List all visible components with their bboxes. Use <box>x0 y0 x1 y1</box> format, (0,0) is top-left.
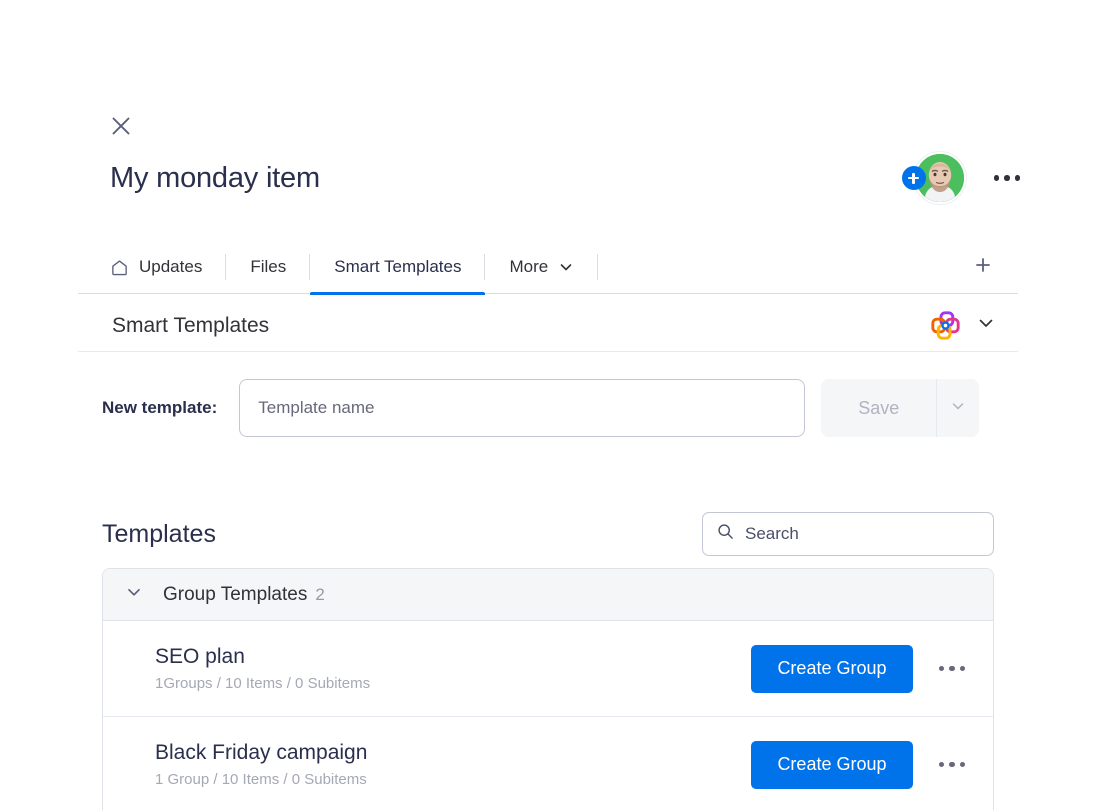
tab-more[interactable]: More <box>485 240 599 294</box>
plus-icon <box>974 256 992 279</box>
smart-templates-app-logo-icon <box>931 311 960 340</box>
home-icon <box>110 258 129 277</box>
row-actions: Create Group <box>751 644 976 693</box>
group-name: Group Templates <box>163 583 308 605</box>
template-name-input[interactable] <box>239 379 806 437</box>
tab-updates[interactable]: Updates <box>110 240 227 294</box>
add-person-button[interactable] <box>901 166 926 190</box>
three-dots-icon <box>938 665 944 672</box>
avatar-group <box>901 152 966 204</box>
save-options-button[interactable] <box>936 379 979 437</box>
templates-header: Templates <box>102 510 994 558</box>
templates-list: Group Templates 2 SEO plan 1Groups / 10 … <box>102 568 994 810</box>
add-tab-button[interactable] <box>970 254 996 280</box>
item-panel-window: My monday item Updates Files Smart Templ… <box>0 0 1096 810</box>
header-more-menu-button[interactable] <box>992 169 1023 187</box>
template-meta: 1Groups / 10 Items / 0 Subitems <box>155 675 371 692</box>
template-meta: 1 Group / 10 Items / 0 Subitems <box>155 771 367 788</box>
three-dots-icon <box>993 175 999 181</box>
group-header-group-templates[interactable]: Group Templates 2 <box>103 569 993 621</box>
tab-list: Updates Files Smart Templates More <box>110 240 599 295</box>
new-template-label: New template: <box>102 398 218 417</box>
close-icon <box>108 113 134 139</box>
search-icon <box>717 523 734 545</box>
template-info: Black Friday campaign 1 Group / 10 Items… <box>155 741 367 788</box>
chevron-down-icon[interactable] <box>125 583 143 606</box>
templates-title: Templates <box>102 519 216 548</box>
section-header-actions <box>931 311 996 340</box>
group-count: 2 <box>315 584 325 604</box>
page-title: My monday item <box>110 162 320 194</box>
template-info: SEO plan 1Groups / 10 Items / 0 Subitems <box>155 645 370 692</box>
chevron-down-icon <box>558 259 574 275</box>
header-actions <box>901 152 1023 204</box>
save-template-group: Save <box>821 379 980 437</box>
close-button[interactable] <box>108 113 134 139</box>
tabbar: Updates Files Smart Templates More <box>78 240 1018 295</box>
tab-files[interactable]: Files <box>226 240 311 294</box>
row-more-menu-button[interactable] <box>929 658 976 680</box>
save-button[interactable]: Save <box>821 379 936 437</box>
tab-label: More <box>509 257 549 276</box>
row-actions: Create Group <box>751 740 976 789</box>
search-box[interactable] <box>702 512 994 556</box>
three-dots-icon <box>938 761 944 768</box>
tab-smart-templates[interactable]: Smart Templates <box>310 240 486 295</box>
row-more-menu-button[interactable] <box>929 754 976 776</box>
tab-separator <box>597 254 599 280</box>
create-group-button[interactable]: Create Group <box>751 644 913 693</box>
template-name: Black Friday campaign <box>155 741 368 764</box>
tab-label: Updates <box>139 257 203 276</box>
table-row[interactable]: Black Friday campaign 1 Group / 10 Items… <box>103 717 993 810</box>
chevron-down-icon <box>950 398 966 419</box>
template-name: SEO plan <box>155 645 245 668</box>
section-collapse-button[interactable] <box>976 313 996 338</box>
create-group-button[interactable]: Create Group <box>751 740 913 789</box>
search-input[interactable] <box>745 524 979 544</box>
section-title: Smart Templates <box>112 313 270 337</box>
tab-label: Smart Templates <box>334 257 462 276</box>
smart-templates-section-header: Smart Templates <box>78 300 1018 352</box>
table-row[interactable]: SEO plan 1Groups / 10 Items / 0 Subitems… <box>103 621 993 717</box>
chevron-down-icon <box>976 313 996 338</box>
new-template-row: New template: Save <box>102 379 980 437</box>
tab-label: Files <box>250 257 287 276</box>
